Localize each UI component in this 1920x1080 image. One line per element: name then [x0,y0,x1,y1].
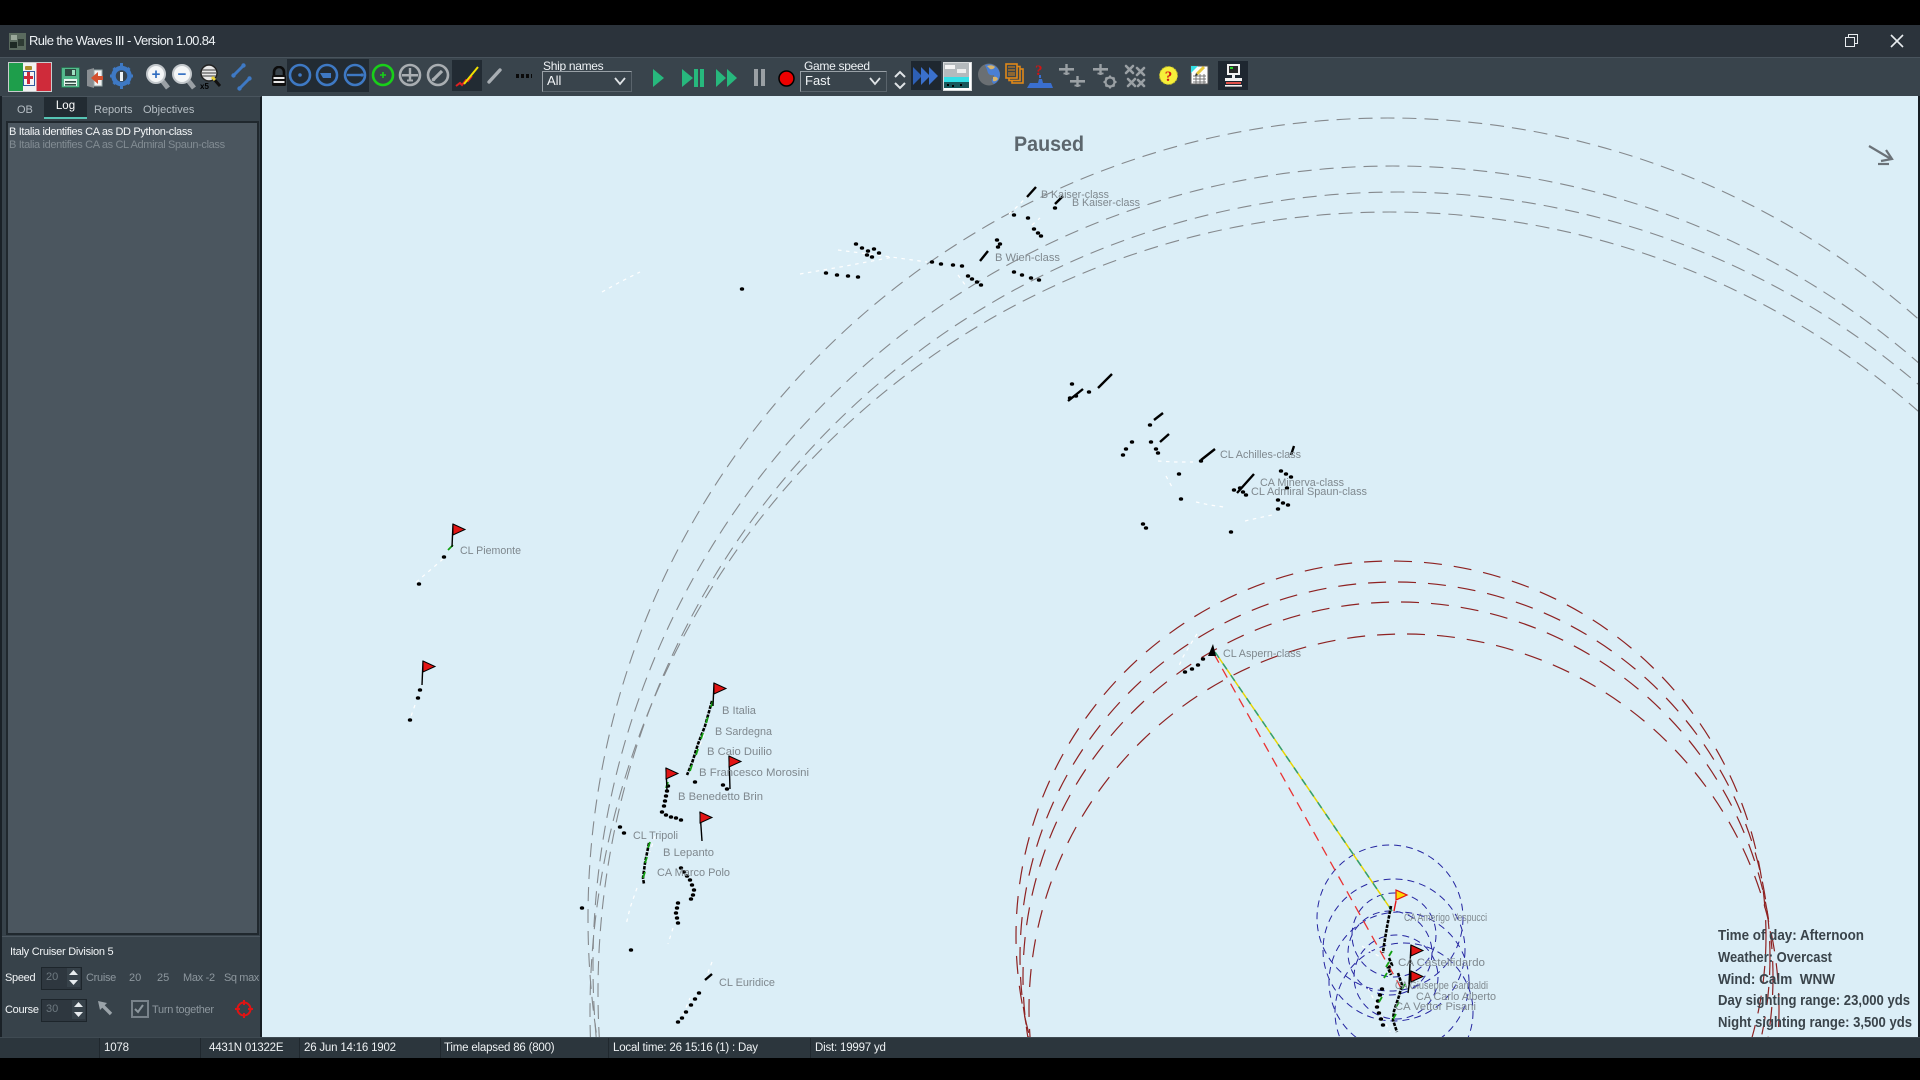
svg-text:?: ? [1165,69,1173,85]
svg-text:CA Marco Polo: CA Marco Polo [657,867,730,879]
svg-text:?: ? [1035,63,1043,79]
svg-text:Day sighting range: 23,000 yds: Day sighting range: 23,000 yds [1718,992,1910,1009]
svg-text:Night sighting range: 3,500 yd: Night sighting range: 3,500 yds [1718,1014,1912,1031]
svg-text:CL Aspern-class: CL Aspern-class [1223,648,1301,660]
svg-text:Time of day: Afternoon: Time of day: Afternoon [1718,927,1864,944]
svg-text:B Italia: B Italia [722,705,757,717]
svg-text:B Benedetto Brin: B Benedetto Brin [678,791,763,803]
svg-text:B Lepanto: B Lepanto [663,847,714,859]
svg-text:B Wien-class: B Wien-class [995,252,1060,264]
svg-text:Weather: Overcast: Weather: Overcast [1718,949,1832,966]
svg-text:B Francesco Morosini: B Francesco Morosini [699,767,809,779]
svg-text:B Kaiser-class: B Kaiser-class [1072,197,1140,209]
svg-text:B Caio Duilio: B Caio Duilio [707,746,772,758]
svg-text:−: − [178,66,187,83]
svg-text:CL Tripoli: CL Tripoli [633,830,678,842]
svg-text:B Sardegna: B Sardegna [715,726,773,738]
svg-text:CL Achilles-class: CL Achilles-class [1220,449,1301,461]
svg-text:CA Vettor Pisani: CA Vettor Pisani [1395,1001,1476,1013]
svg-text:CL Admiral Spaun-class: CL Admiral Spaun-class [1251,486,1367,498]
svg-text:CA Amerigo Vespucci: CA Amerigo Vespucci [1404,912,1487,924]
svg-text:CA Castelfidardo: CA Castelfidardo [1398,957,1485,969]
svg-text:Wind: Calm WNW: Wind: Calm WNW [1718,971,1836,988]
svg-text:x5: x5 [200,82,209,90]
svg-text:CL Euridice: CL Euridice [719,977,775,989]
svg-text:Paused: Paused [1014,133,1084,156]
svg-text:CL Piemonte: CL Piemonte [460,545,521,557]
svg-text:+: + [152,66,161,83]
